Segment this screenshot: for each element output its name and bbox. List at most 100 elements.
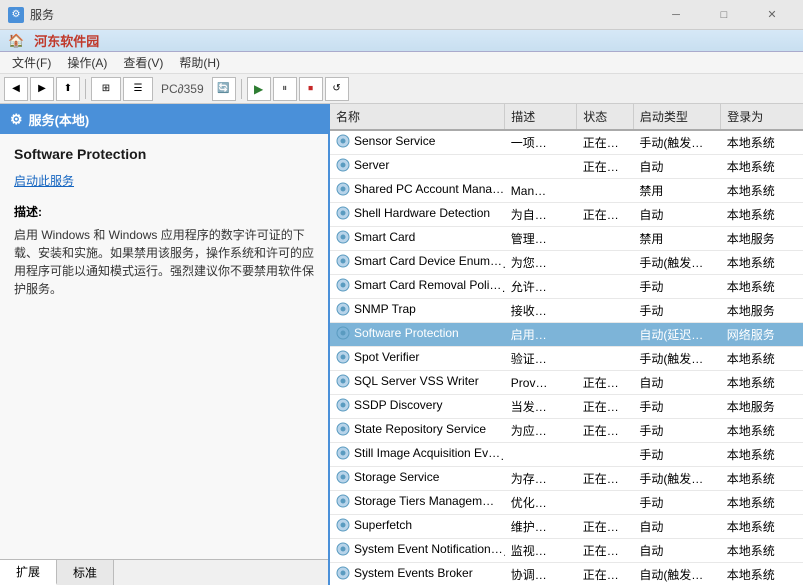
service-status-cell: 正在…: [577, 371, 634, 395]
service-desc-cell: 为存…: [505, 467, 577, 491]
toolbar-refresh[interactable]: 🔄: [212, 77, 236, 101]
service-login-cell: 本地系统: [721, 491, 803, 515]
service-desc-cell: [505, 443, 577, 467]
toolbar-start[interactable]: ▶: [247, 77, 271, 101]
table-row[interactable]: Server正在…自动本地系统: [330, 155, 803, 179]
toolbar-list[interactable]: ☰: [123, 77, 153, 101]
col-header-name[interactable]: 名称: [330, 104, 505, 130]
service-desc-cell: 为自…: [505, 203, 577, 227]
table-row[interactable]: Sensor Service一项…正在…手动(触发…本地系统: [330, 130, 803, 155]
toolbar-separator-1: [85, 79, 86, 99]
table-row[interactable]: Smart Card管理…禁用本地服务: [330, 227, 803, 251]
service-login-cell: 本地系统: [721, 275, 803, 299]
service-name-cell: Smart Card: [330, 227, 505, 251]
service-login-cell: 本地系统: [721, 155, 803, 179]
service-desc-cell: 监视…: [505, 539, 577, 563]
service-starttype-cell: 自动(延迟…: [633, 323, 720, 347]
toolbar-up[interactable]: ⬆: [56, 77, 80, 101]
service-name-cell: Smart Card Removal Poli…: [330, 275, 505, 299]
service-status-cell: 正在…: [577, 539, 634, 563]
table-row[interactable]: Smart Card Device Enum…为您…手动(触发…本地系统: [330, 251, 803, 275]
service-starttype-cell: 手动: [633, 491, 720, 515]
tab-standard[interactable]: 标准: [57, 560, 114, 585]
table-row[interactable]: Smart Card Removal Poli…允许…手动本地系统: [330, 275, 803, 299]
toolbar-stop[interactable]: ⏹: [299, 77, 323, 101]
tab-extend[interactable]: 扩展: [0, 560, 57, 585]
service-name-cell: SNMP Trap: [330, 299, 505, 323]
toolbar-restart[interactable]: ↺: [325, 77, 349, 101]
service-login-cell: 本地系统: [721, 563, 803, 585]
menu-file[interactable]: 文件(F): [4, 52, 59, 73]
service-login-cell: 本地服务: [721, 395, 803, 419]
service-starttype-cell: 自动: [633, 155, 720, 179]
col-header-status[interactable]: 状态: [577, 104, 634, 130]
service-name-cell: System Events Broker: [330, 563, 505, 585]
left-panel-header: ⚙ 服务(本地): [0, 104, 328, 134]
service-name-cell: Server: [330, 155, 505, 179]
col-header-login[interactable]: 登录为: [721, 104, 803, 130]
table-row[interactable]: System Event Notification…监视…正在…自动本地系统: [330, 539, 803, 563]
start-service-link[interactable]: 启动此服务: [14, 172, 74, 189]
service-name-cell: Sensor Service: [330, 130, 505, 155]
table-row[interactable]: Shell Hardware Detection为自…正在…自动本地系统: [330, 203, 803, 227]
service-desc-cell: 为您…: [505, 251, 577, 275]
toolbar-show[interactable]: ⊞: [91, 77, 121, 101]
service-name-cell: Spot Verifier: [330, 347, 505, 371]
table-row[interactable]: SQL Server VSS WriterProv…正在…自动本地系统: [330, 371, 803, 395]
service-starttype-cell: 手动: [633, 395, 720, 419]
service-login-cell: 本地系统: [721, 419, 803, 443]
left-panel-title: 服务(本地): [29, 110, 90, 129]
service-starttype-cell: 手动: [633, 443, 720, 467]
minimize-button[interactable]: ─: [653, 0, 699, 30]
col-header-desc[interactable]: 描述: [505, 104, 577, 130]
table-row[interactable]: Software Protection启用…自动(延迟…网络服务: [330, 323, 803, 347]
toolbar: ◀ ▶ ⬆ ⊞ ☰ PC∂359 🔄 ▶ ⏸ ⏹ ↺: [0, 74, 803, 104]
service-name-cell: Storage Service: [330, 467, 505, 491]
service-starttype-cell: 自动: [633, 203, 720, 227]
service-name-cell: SQL Server VSS Writer: [330, 371, 505, 395]
table-row[interactable]: Still Image Acquisition Ev…手动本地系统: [330, 443, 803, 467]
service-login-cell: 本地服务: [721, 299, 803, 323]
service-desc-cell: 当发…: [505, 395, 577, 419]
table-row[interactable]: SNMP Trap接收…手动本地服务: [330, 299, 803, 323]
right-panel: 名称 描述 状态 启动类型 登录为 Sensor Service一项…正在…手动…: [330, 104, 803, 585]
service-name-cell: Software Protection: [330, 323, 505, 347]
service-status-cell: [577, 347, 634, 371]
desc-label: 描述:: [14, 203, 314, 220]
service-desc-cell: 接收…: [505, 299, 577, 323]
table-row[interactable]: Shared PC Account Mana…Man…禁用本地系统: [330, 179, 803, 203]
service-desc-cell: 为应…: [505, 419, 577, 443]
services-icon: ⚙: [10, 111, 23, 128]
window-controls: ─ □ ✕: [653, 0, 795, 30]
service-name-cell: Shell Hardware Detection: [330, 203, 505, 227]
services-table-wrapper[interactable]: 名称 描述 状态 启动类型 登录为 Sensor Service一项…正在…手动…: [330, 104, 803, 585]
toolbar-forward[interactable]: ▶: [30, 77, 54, 101]
service-name-cell: Storage Tiers Managem…: [330, 491, 505, 515]
toolbar-back[interactable]: ◀: [4, 77, 28, 101]
col-header-starttype[interactable]: 启动类型: [633, 104, 720, 130]
menu-view[interactable]: 查看(V): [115, 52, 171, 73]
service-status-cell: [577, 227, 634, 251]
close-button[interactable]: ✕: [749, 0, 795, 30]
table-row[interactable]: Storage Service为存…正在…手动(触发…本地系统: [330, 467, 803, 491]
table-row[interactable]: Storage Tiers Managem…优化…手动本地系统: [330, 491, 803, 515]
service-login-cell: 本地系统: [721, 515, 803, 539]
service-status-cell: 正在…: [577, 203, 634, 227]
table-row[interactable]: System Events Broker协调…正在…自动(触发…本地系统: [330, 563, 803, 585]
table-row[interactable]: Superfetch维护…正在…自动本地系统: [330, 515, 803, 539]
service-status-cell: 正在…: [577, 419, 634, 443]
service-name-cell: Smart Card Device Enum…: [330, 251, 505, 275]
table-row[interactable]: State Repository Service为应…正在…手动本地系统: [330, 419, 803, 443]
service-login-cell: 本地系统: [721, 371, 803, 395]
maximize-button[interactable]: □: [701, 0, 747, 30]
table-row[interactable]: SSDP Discovery当发…正在…手动本地服务: [330, 395, 803, 419]
service-name-cell: SSDP Discovery: [330, 395, 505, 419]
service-desc-cell: 维护…: [505, 515, 577, 539]
table-row[interactable]: Spot Verifier验证…手动(触发…本地系统: [330, 347, 803, 371]
toolbar-pause[interactable]: ⏸: [273, 77, 297, 101]
left-panel-content: Software Protection 启动此服务 描述: 启用 Windows…: [0, 134, 328, 559]
menu-help[interactable]: 帮助(H): [171, 52, 228, 73]
service-starttype-cell: 手动(触发…: [633, 467, 720, 491]
menu-action[interactable]: 操作(A): [59, 52, 115, 73]
service-desc-cell: [505, 155, 577, 179]
